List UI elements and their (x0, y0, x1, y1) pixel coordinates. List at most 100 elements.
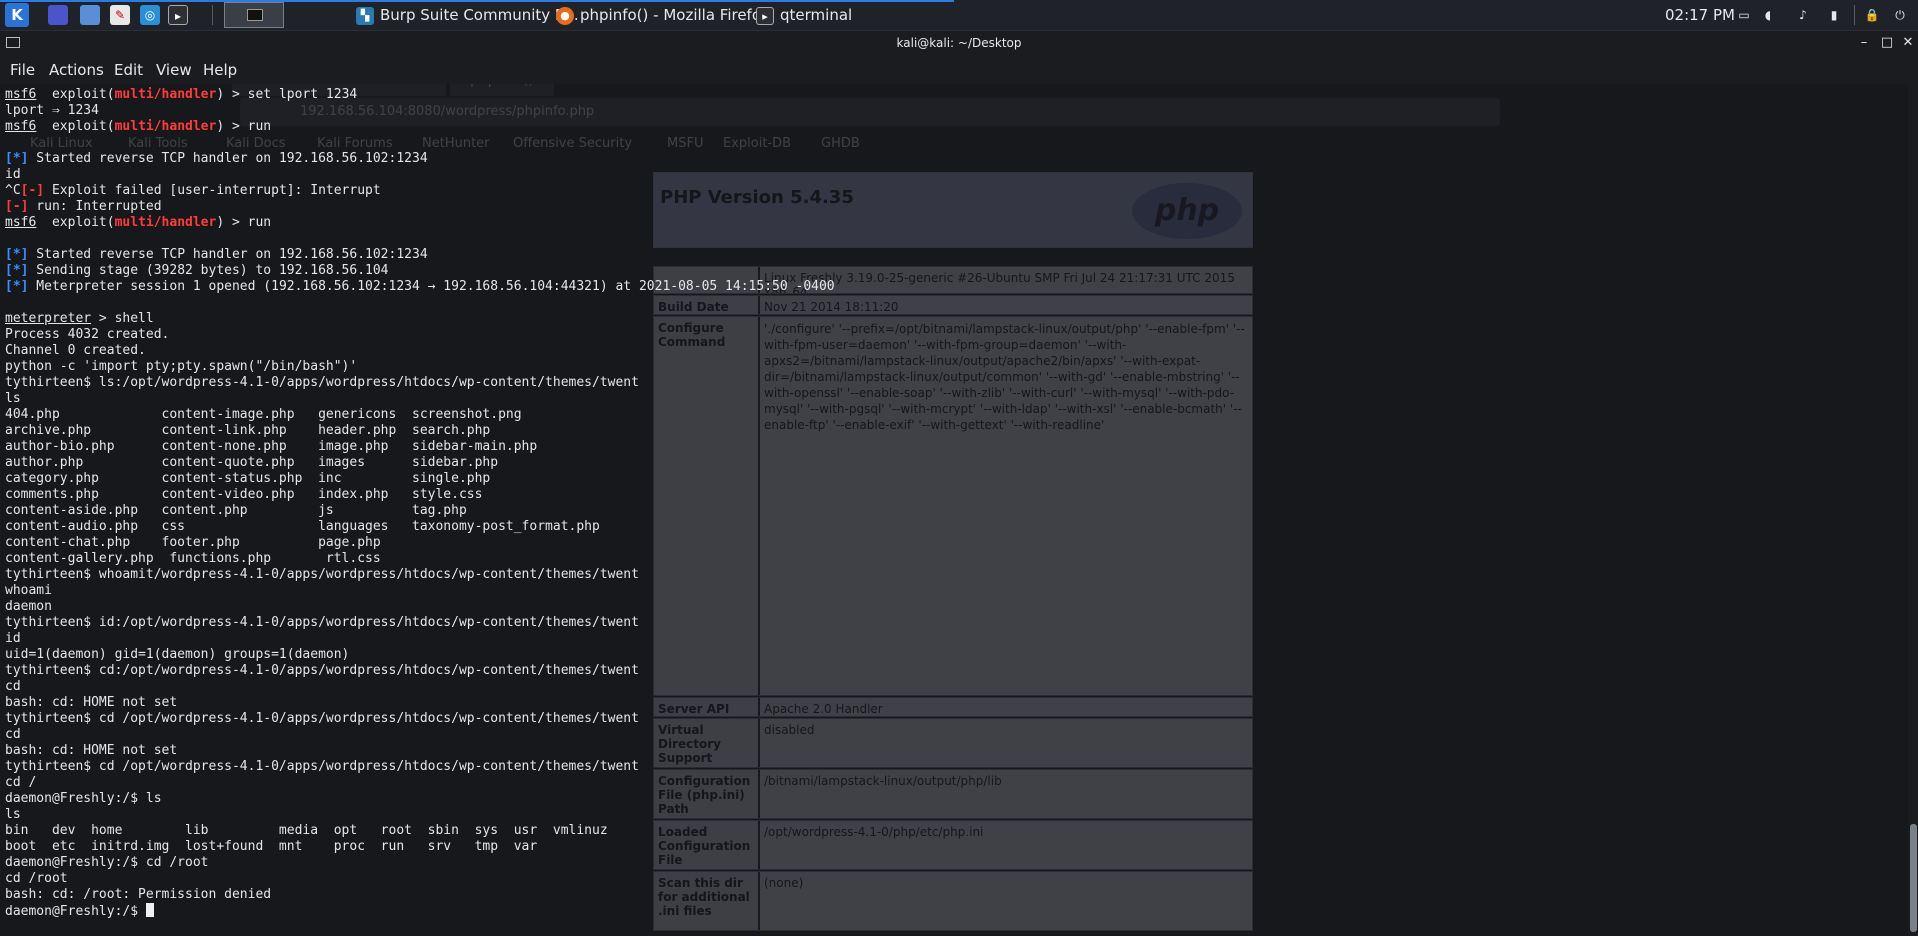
terminal-line: 404.php content-image.php genericons scr… (5, 407, 835, 423)
terminal-line: msf6 exploit(multi/handler) > run (5, 215, 835, 231)
task-firefox[interactable]: ● phpinfo() - Mozilla Firefox (556, 0, 769, 30)
terminal-line: id (5, 167, 835, 183)
terminal-text: msf6 (5, 87, 37, 102)
kali-menu-icon[interactable]: K (5, 3, 29, 27)
terminal-line: daemon@Freshly:/$ (5, 903, 835, 919)
terminal-text: tythirteen$ whoamit/wordpress-4.1-0/apps… (5, 567, 639, 582)
terminal-text: uid=1(daemon) gid=1(daemon) groups=1(dae… (5, 647, 350, 662)
menu-bar: File Actions Edit View Help (0, 56, 1918, 84)
terminal-line: tythirteen$ id:/opt/wordpress-4.1-0/apps… (5, 615, 835, 631)
terminal-line: category.php content-status.php inc sing… (5, 471, 835, 487)
terminal-icon: ▸ (756, 6, 774, 25)
terminal-line: cd /root (5, 871, 835, 887)
php-logo: php (1132, 183, 1242, 239)
taskbar-separator (1854, 5, 1855, 25)
terminal-line: id (5, 631, 835, 647)
terminal-text: cd /root (5, 871, 68, 886)
terminal-text: 404.php content-image.php genericons scr… (5, 407, 522, 422)
terminal-line: ls (5, 391, 835, 407)
menu-help[interactable]: Help (203, 56, 237, 84)
terminal-text: [-] (20, 183, 45, 198)
terminal-text: category.php content-status.php inc sing… (5, 471, 491, 486)
terminal-text: bash: cd: HOME not set (5, 743, 178, 758)
terminal-text: ) > set lport 1234 (216, 87, 358, 102)
volume-icon[interactable]: ◖ (1760, 7, 1776, 23)
terminal-text: tythirteen$ cd /opt/wordpress-4.1-0/apps… (5, 759, 639, 774)
terminal-text: lport ⇒ 1234 (5, 103, 99, 118)
terminal-text: msf6 (5, 215, 37, 230)
terminal-line: [*] Started reverse TCP handler on 192.1… (5, 247, 835, 263)
menu-actions[interactable]: Actions (49, 56, 104, 84)
file-manager-icon[interactable] (80, 5, 100, 25)
battery-icon[interactable]: ▮ (1826, 7, 1842, 23)
terminal-text: python -c 'import pty;pty.spawn("/bin/ba… (5, 359, 358, 374)
terminal-output: msf6 exploit(multi/handler) > set lport … (5, 87, 835, 919)
terminal-text: Process 4032 created. (5, 327, 170, 342)
scrollbar-thumb[interactable] (1910, 824, 1917, 932)
terminal-line: cd / (5, 775, 835, 791)
terminal-text: cd / (5, 775, 37, 790)
terminal-text: ls (5, 391, 21, 406)
power-icon[interactable]: ⏻ (1892, 7, 1908, 23)
firefox-icon: ● (556, 6, 574, 25)
terminal-line: bash: cd: /root: Permission denied (5, 887, 835, 903)
workspace-thumbnail (247, 9, 263, 21)
lock-icon[interactable]: 🔒 (1864, 7, 1880, 23)
terminal-icon[interactable]: ▸ (168, 5, 188, 25)
terminal-text: daemon (5, 599, 52, 614)
taskbar-separator (212, 5, 213, 25)
terminal-line: uid=1(daemon) gid=1(daemon) groups=1(dae… (5, 647, 835, 663)
terminal-text: bash: cd: HOME not set (5, 695, 178, 710)
burp-icon: ▚ (356, 6, 374, 25)
terminal-text: [*] (5, 151, 29, 166)
clock[interactable]: 02:17 PM (1665, 0, 1735, 30)
terminal-text: multi/handler (114, 215, 217, 230)
task-burp-suite[interactable]: ▚ Burp Suite Community E... (356, 0, 579, 30)
close-button[interactable]: ✕ (1900, 35, 1916, 51)
terminal-line: tythirteen$ cd /opt/wordpress-4.1-0/apps… (5, 711, 835, 727)
terminal-text: [*] (5, 279, 29, 294)
minimize-button[interactable]: – (1856, 35, 1872, 51)
terminal-text: multi/handler (114, 87, 217, 102)
terminal-line: [-] run: Interrupted (5, 199, 835, 215)
menu-edit[interactable]: Edit (114, 56, 143, 84)
terminal-text: exploit( (36, 215, 115, 230)
terminal-text: [-] (5, 199, 29, 214)
terminal-text: run: Interrupted (28, 199, 162, 214)
terminal-text: tythirteen$ cd /opt/wordpress-4.1-0/apps… (5, 711, 639, 726)
maximize-button[interactable]: □ (1879, 35, 1895, 51)
terminal-text: content-aside.php content.php js tag.php (5, 503, 467, 518)
terminal-text: [*] (5, 247, 29, 262)
terminal-line: content-audio.php css languages taxonomy… (5, 519, 835, 535)
window-titlebar[interactable]: kali@kali: ~/Desktop – □ ✕ (0, 31, 1918, 56)
display-icon[interactable]: ▭ (1736, 7, 1752, 23)
text-editor-icon[interactable]: ✎ (110, 5, 130, 25)
terminal-text: content-gallery.php functions.php rtl.cs… (5, 551, 381, 566)
terminal-line: bash: cd: HOME not set (5, 743, 835, 759)
terminal-text: content-audio.php css languages taxonomy… (5, 519, 600, 534)
terminal-area[interactable]: Edit Themes ‹ Old Castle phpinfo() 192.1… (0, 84, 1918, 936)
terminal-line: tythirteen$ whoamit/wordpress-4.1-0/apps… (5, 567, 835, 583)
terminal-line: ^C[-] Exploit failed [user-interrupt]: I… (5, 183, 835, 199)
browser-icon[interactable]: ◎ (140, 5, 160, 25)
terminal-text: tythirteen$ ls:/opt/wordpress-4.1-0/apps… (5, 375, 639, 390)
task-qterminal[interactable]: ▸ qterminal (756, 0, 852, 30)
terminal-text: Started reverse TCP handler on 192.168.5… (28, 247, 428, 262)
terminal-line: boot etc initrd.img lost+found mnt proc … (5, 839, 835, 855)
terminal-text: exploit( (36, 87, 115, 102)
terminal-text: daemon@Freshly:/$ (5, 904, 146, 919)
terminal-line: author-bio.php content-none.php image.ph… (5, 439, 835, 455)
menu-file[interactable]: File (10, 56, 35, 84)
terminal-scrollbar[interactable] (1908, 84, 1918, 936)
notifications-bell-icon[interactable]: ♪ (1795, 7, 1811, 23)
menu-view[interactable]: View (156, 56, 192, 84)
terminal-text: tythirteen$ id:/opt/wordpress-4.1-0/apps… (5, 615, 639, 630)
terminal-line: [*] Started reverse TCP handler on 192.1… (5, 151, 835, 167)
workspace-switcher[interactable] (224, 2, 284, 28)
desktop-icon[interactable] (48, 5, 68, 25)
terminal-line: bin dev home lib media opt root sbin sys… (5, 823, 835, 839)
terminal-line: content-aside.php content.php js tag.php (5, 503, 835, 519)
terminal-text: exploit( (36, 119, 115, 134)
taskbar: K ✎ ◎ ▸ ▚ Burp Suite Community E... ● phpi… (0, 0, 1918, 31)
